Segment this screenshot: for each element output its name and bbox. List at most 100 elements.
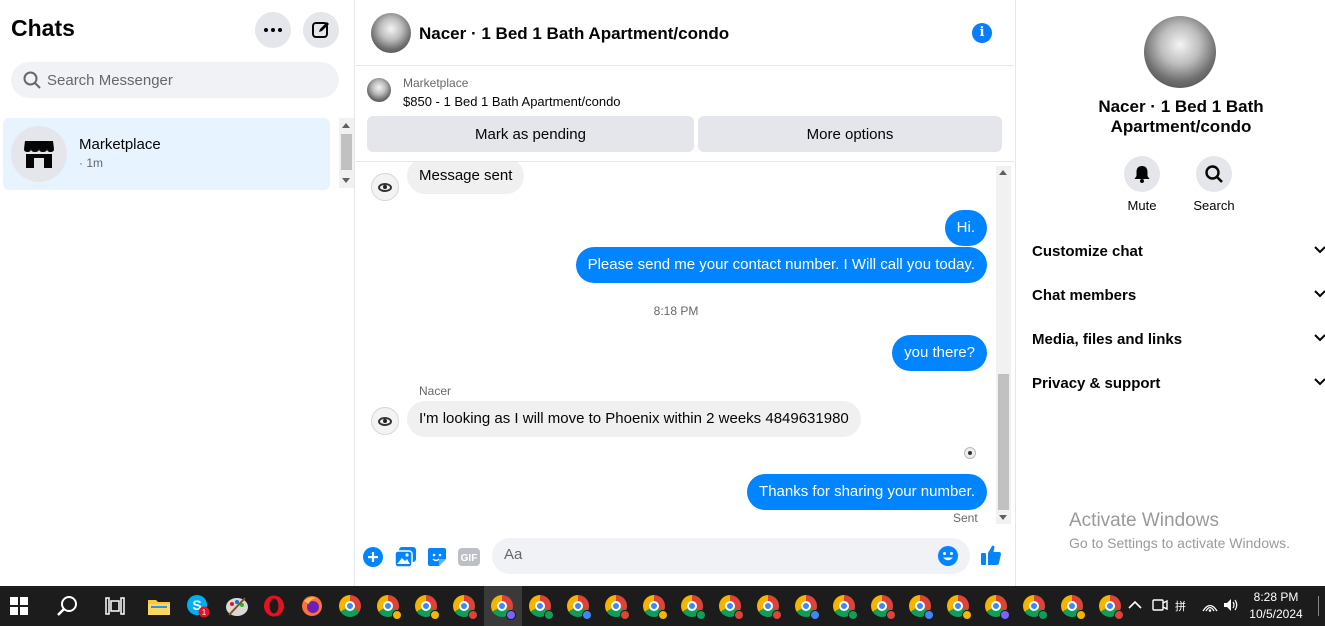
section-media-files-links[interactable]: Media, files and links <box>1032 318 1325 362</box>
search-input[interactable] <box>47 71 317 89</box>
mark-as-pending-button[interactable]: Mark as pending <box>367 116 694 152</box>
section-customize-chat[interactable]: Customize chat <box>1032 230 1325 274</box>
chrome-window-button[interactable] <box>984 594 1010 620</box>
chrome-window-button[interactable] <box>908 594 934 620</box>
message-bubble-outgoing[interactable]: Please send me your contact number. I Wi… <box>575 247 987 283</box>
chat-list-sidebar: Chats Marketplac <box>0 0 355 586</box>
chrome-window-button[interactable] <box>1022 594 1048 620</box>
gif-button[interactable]: GIF <box>458 546 480 568</box>
info-icon[interactable]: i <box>972 23 992 43</box>
chrome-window-button[interactable] <box>1098 594 1124 620</box>
chrome-window-button[interactable] <box>680 594 706 620</box>
chrome-window-button[interactable] <box>1060 594 1086 620</box>
message-bubble-outgoing[interactable]: Hi. <box>944 210 987 246</box>
chevron-down-icon <box>1314 290 1325 298</box>
conversation-details-panel: Nacer · 1 Bed 1 Bath Apartment/condo Mut… <box>1015 0 1325 586</box>
search-bar[interactable] <box>11 62 339 98</box>
chrome-window-button[interactable] <box>718 594 744 620</box>
sender-avatar[interactable] <box>371 407 399 435</box>
firefox-button[interactable] <box>300 594 324 618</box>
search-label: Search <box>1193 198 1235 213</box>
clock-time: 8:28 PM <box>1253 590 1299 604</box>
chrome-icon <box>1023 595 1048 620</box>
scroll-thumb[interactable] <box>341 134 352 170</box>
chrome-window-button[interactable] <box>946 594 972 620</box>
search-icon <box>57 596 77 616</box>
scroll-up-arrow-icon[interactable] <box>999 170 1007 175</box>
conversation-time: · 1m <box>79 156 103 170</box>
skype-button[interactable]: S1 <box>186 594 210 618</box>
opera-button[interactable] <box>262 594 286 618</box>
options-button[interactable] <box>255 12 291 48</box>
chrome-icon <box>415 595 440 620</box>
message-input-wrapper[interactable] <box>492 538 970 574</box>
new-message-button[interactable] <box>303 12 339 48</box>
profile-badge-icon <box>1000 610 1010 620</box>
profile-badge-icon <box>962 610 972 620</box>
emoji-icon[interactable] <box>938 546 958 566</box>
scroll-thumb[interactable] <box>998 374 1009 510</box>
attach-photo-button[interactable] <box>394 546 416 568</box>
chat-title[interactable]: Nacer · 1 Bed 1 Bath Apartment/condo <box>419 24 729 44</box>
show-desktop-button[interactable] <box>1318 596 1319 616</box>
section-chat-members[interactable]: Chat members <box>1032 274 1325 318</box>
show-hidden-icons-button[interactable] <box>1128 598 1142 613</box>
scroll-down-arrow-icon[interactable] <box>342 178 350 183</box>
message-bubble-incoming[interactable]: Message sent <box>407 162 525 194</box>
sidebar-scrollbar[interactable] <box>339 118 354 188</box>
chrome-window-button[interactable] <box>604 594 630 620</box>
file-explorer-button[interactable] <box>147 594 171 618</box>
chevron-down-icon <box>1314 378 1325 386</box>
meet-now-button[interactable] <box>1152 598 1168 615</box>
volume-button[interactable] <box>1223 598 1241 615</box>
message-bubble-outgoing[interactable]: Thanks for sharing your number. <box>747 474 987 510</box>
start-button[interactable] <box>7 594 31 618</box>
profile-badge-icon <box>430 610 440 620</box>
chrome-window-button[interactable] <box>642 594 668 620</box>
search-in-conversation-button[interactable]: Search <box>1184 156 1244 213</box>
gif-icon: GIF <box>458 548 480 566</box>
more-options-button[interactable]: More options <box>698 116 1002 152</box>
task-view-button[interactable] <box>103 594 127 618</box>
folder-icon <box>148 600 170 615</box>
camera-icon <box>1152 599 1168 611</box>
chrome-window-button[interactable] <box>566 594 592 620</box>
taskbar-search-button[interactable] <box>55 594 79 618</box>
details-avatar[interactable] <box>1144 16 1216 88</box>
chrome-window-button[interactable] <box>452 594 478 620</box>
message-input[interactable] <box>504 546 924 563</box>
message-bubble-incoming[interactable]: I'm looking as I will move to Phoenix wi… <box>407 401 861 437</box>
network-button[interactable] <box>1202 598 1218 615</box>
chat-scrollbar[interactable] <box>996 166 1011 524</box>
message-bubble-outgoing[interactable]: you there? <box>892 335 987 371</box>
chrome-window-button[interactable] <box>490 594 516 620</box>
system-clock[interactable]: 8:28 PM 10/5/2024 <box>1246 589 1306 623</box>
chrome-window-button[interactable] <box>414 594 440 620</box>
scroll-up-arrow-icon[interactable] <box>342 123 350 128</box>
chrome-window-button[interactable] <box>794 594 820 620</box>
svg-text:1: 1 <box>202 608 207 617</box>
scroll-down-arrow-icon[interactable] <box>999 515 1007 520</box>
mute-button[interactable]: Mute <box>1112 156 1172 213</box>
marketplace-listing-bar: Marketplace $850 - 1 Bed 1 Bath Apartmen… <box>356 66 1014 162</box>
more-actions-button[interactable] <box>362 546 384 568</box>
chrome-window-button[interactable] <box>832 594 858 620</box>
chrome-icon <box>757 595 782 620</box>
sender-avatar[interactable] <box>371 173 399 201</box>
listing-avatar[interactable] <box>371 13 411 53</box>
profile-badge-icon <box>582 610 592 620</box>
more-dots-icon <box>264 28 282 32</box>
paint-app-button[interactable] <box>225 594 249 618</box>
conversation-item-marketplace[interactable]: Marketplace · 1m <box>3 118 330 190</box>
chrome-window-button[interactable] <box>376 594 402 620</box>
listing-title[interactable]: $850 - 1 Bed 1 Bath Apartment/condo <box>403 94 621 109</box>
like-button[interactable] <box>980 544 1002 566</box>
chrome-window-button[interactable] <box>528 594 554 620</box>
sticker-button[interactable] <box>426 546 448 568</box>
chrome-window-button[interactable] <box>756 594 782 620</box>
chrome-button[interactable] <box>338 594 362 618</box>
listing-thumbnail[interactable] <box>367 78 391 102</box>
section-privacy-support[interactable]: Privacy & support <box>1032 362 1325 406</box>
language-button[interactable]: 拼 <box>1175 598 1193 615</box>
chrome-window-button[interactable] <box>870 594 896 620</box>
